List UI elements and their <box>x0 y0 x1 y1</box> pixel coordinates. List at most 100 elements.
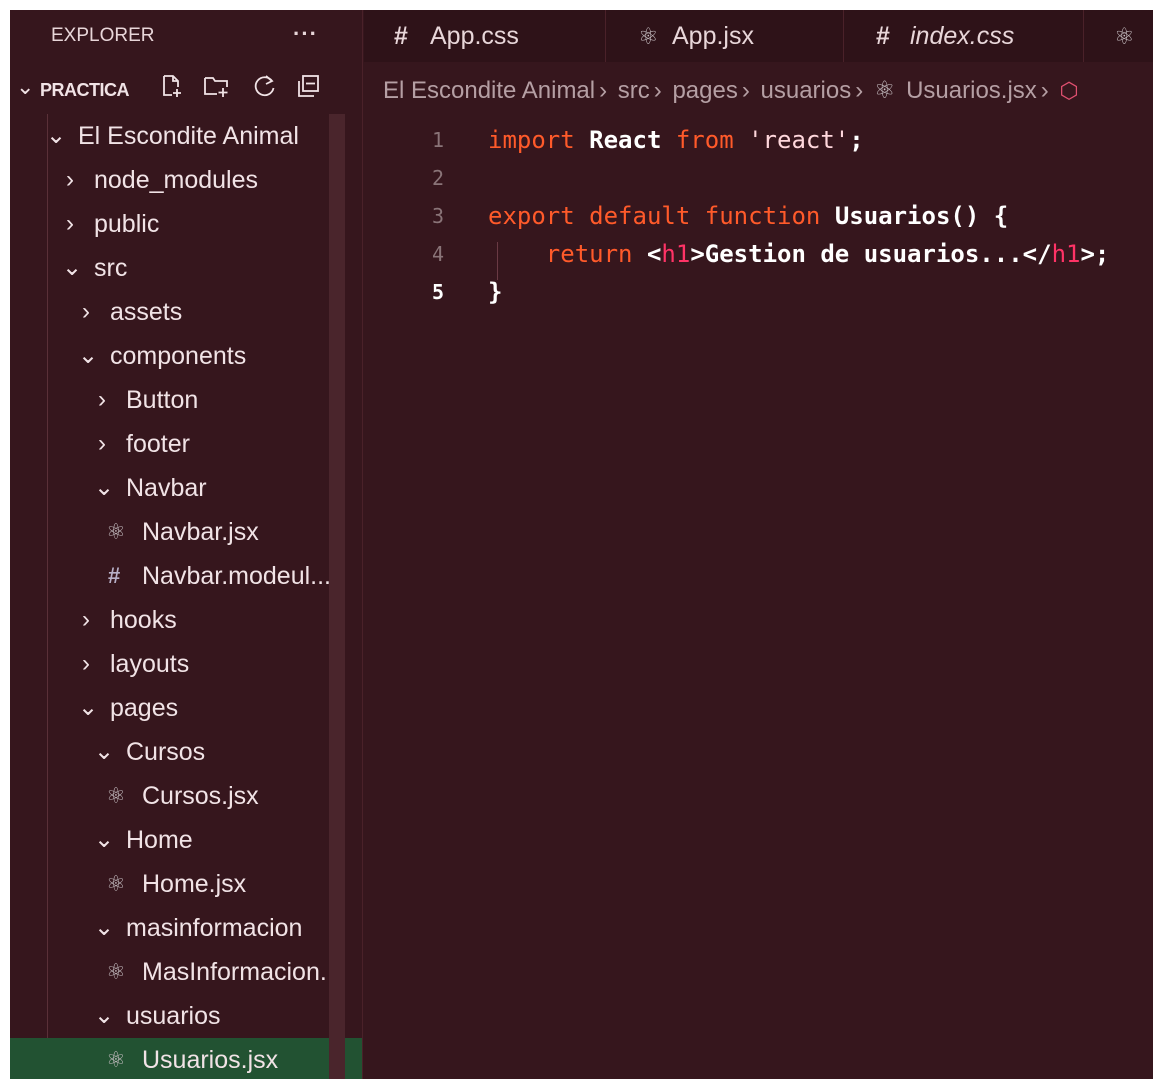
code-line-4[interactable]: return <h1>Gestion de usuarios...</h1>; <box>488 240 1110 268</box>
tab-index-css[interactable]: # index.css <box>844 10 1084 62</box>
chevron-down-icon: ⌄ <box>94 474 115 501</box>
breadcrumb-item[interactable]: src <box>618 77 650 104</box>
vscode-window: EXPLORER ··· ⌄ PRACTICA ⌄ El Escondite A… <box>10 10 1153 1079</box>
line-number-active: 5 <box>431 280 444 304</box>
tree-folder-public[interactable]: › public <box>10 202 362 246</box>
tab-app-css[interactable]: # App.css <box>364 10 606 62</box>
code-token: h1 <box>1051 240 1081 268</box>
tree-folder-pages[interactable]: ⌄ pages <box>10 686 362 730</box>
tree-folder-usuarios[interactable]: ⌄ usuarios <box>10 994 362 1038</box>
explorer-sidebar: EXPLORER ··· ⌄ PRACTICA ⌄ El Escondite A… <box>10 10 363 1079</box>
tree-item-label: components <box>110 342 247 370</box>
workspace-title: PRACTICA <box>40 80 130 100</box>
tree-folder-masinformacion[interactable]: ⌄ masinformacion <box>10 906 362 950</box>
editor-tab-bar: # App.css ⚛ App.jsx # index.css ⚛ <box>364 10 1153 62</box>
react-icon: ⚛ <box>106 871 126 896</box>
tree-folder-button[interactable]: › Button <box>10 378 362 422</box>
chevron-down-icon: ⌄ <box>94 738 115 765</box>
tree-file-usuarios-jsx[interactable]: ⚛ Usuarios.jsx <box>10 1038 362 1079</box>
react-icon: ⚛ <box>106 783 126 808</box>
tab-app-jsx[interactable]: ⚛ App.jsx <box>606 10 844 62</box>
code-token: function <box>704 202 821 230</box>
more-actions-icon[interactable]: ··· <box>293 21 318 47</box>
tree-item-label: Cursos.jsx <box>142 782 259 810</box>
tree-folder-assets[interactable]: › assets <box>10 290 362 334</box>
chevron-down-icon: ⌄ <box>78 694 99 721</box>
refresh-icon[interactable] <box>252 73 278 107</box>
tree-folder-el-escondite-animal[interactable]: ⌄ El Escondite Animal <box>10 114 362 158</box>
css-hash-icon: # <box>876 22 890 50</box>
symbol-cube-icon[interactable]: ⬡ <box>1059 78 1078 103</box>
react-icon: ⚛ <box>106 959 126 984</box>
breadcrumb-item[interactable]: usuarios <box>761 77 852 104</box>
breadcrumb-item[interactable]: El Escondite Animal <box>383 77 595 104</box>
tree-item-label: Navbar <box>126 474 207 502</box>
code-token: >; <box>1080 240 1110 268</box>
css-hash-icon: # <box>108 563 121 588</box>
breadcrumb-item[interactable]: Usuarios.jsx <box>906 77 1037 104</box>
tree-item-label: Home <box>126 826 193 854</box>
code-token: () { <box>950 202 1009 230</box>
breadcrumb-separator-icon: › <box>653 77 662 104</box>
chevron-down-icon: ⌄ <box>16 74 35 99</box>
workspace-section-header[interactable]: ⌄ PRACTICA <box>10 72 362 110</box>
chevron-down-icon: ⌄ <box>94 1002 115 1029</box>
line-number: 2 <box>431 166 444 190</box>
tree-item-label: node_modules <box>94 166 259 194</box>
tab-overflow[interactable]: ⚛ <box>1084 10 1153 62</box>
code-token: < <box>646 240 662 268</box>
tree-folder-layouts[interactable]: › layouts <box>10 642 362 686</box>
tree-item-label: hooks <box>110 606 177 634</box>
tree-folder-footer[interactable]: › footer <box>10 422 362 466</box>
code-token: 'react' <box>748 126 850 154</box>
code-token: Gestion de usuarios... <box>704 240 1023 268</box>
tree-folder-components[interactable]: ⌄ components <box>10 334 362 378</box>
tree-item-label: assets <box>110 298 183 326</box>
tab-label: index.css <box>910 22 1015 50</box>
tree-folder-home[interactable]: ⌄ Home <box>10 818 362 862</box>
tree-folder-node-modules[interactable]: › node_modules <box>10 158 362 202</box>
tree-item-label: src <box>94 254 128 282</box>
sidebar-scrollbar[interactable] <box>329 114 345 1079</box>
breadcrumb-separator-icon: › <box>1040 77 1049 104</box>
collapse-all-icon[interactable] <box>296 73 322 107</box>
react-icon: ⚛ <box>106 519 126 544</box>
code-line-5[interactable]: } <box>488 278 502 306</box>
css-hash-icon: # <box>394 22 408 50</box>
tree-item-label: Navbar.modeul... <box>142 562 331 590</box>
tree-folder-src[interactable]: ⌄ src <box>10 246 362 290</box>
chevron-right-icon: › <box>66 166 74 193</box>
tree-item-label: Cursos <box>126 738 206 766</box>
tree-file-navbar-jsx[interactable]: ⚛ Navbar.jsx <box>10 510 362 554</box>
react-icon: ⚛ <box>106 1047 126 1072</box>
breadcrumb-separator-icon: › <box>855 77 864 104</box>
code-editor[interactable]: 1 2 3 4 5 import React from 'react'; exp… <box>364 114 1153 1079</box>
tree-item-label: Button <box>126 386 199 414</box>
line-number: 4 <box>431 242 444 266</box>
react-icon: ⚛ <box>638 23 659 49</box>
tab-label: App.css <box>430 22 519 50</box>
tree-item-label: footer <box>126 430 190 458</box>
chevron-right-icon: › <box>66 210 74 237</box>
tree-item-label: MasInformacion... <box>142 958 341 986</box>
tree-file-home-jsx[interactable]: ⚛ Home.jsx <box>10 862 362 906</box>
tree-folder-hooks[interactable]: › hooks <box>10 598 362 642</box>
code-line-3[interactable]: export default function Usuarios() { <box>488 202 1008 230</box>
code-token: from <box>675 126 734 154</box>
new-folder-icon[interactable] <box>202 73 230 107</box>
tree-file-navbar-css[interactable]: # Navbar.modeul... <box>10 554 362 598</box>
code-line-1[interactable]: import React from 'react'; <box>488 126 864 154</box>
tree-file-masinformacion-jsx[interactable]: ⚛ MasInformacion... <box>10 950 362 994</box>
breadcrumb-item[interactable]: pages <box>672 77 737 104</box>
chevron-down-icon: ⌄ <box>94 826 115 853</box>
chevron-right-icon: › <box>82 606 90 633</box>
tree-file-cursos-jsx[interactable]: ⚛ Cursos.jsx <box>10 774 362 818</box>
explorer-header: EXPLORER ··· <box>10 10 362 60</box>
tree-item-label: pages <box>110 694 179 722</box>
tree-folder-navbar[interactable]: ⌄ Navbar <box>10 466 362 510</box>
explorer-title: EXPLORER <box>51 25 155 46</box>
chevron-down-icon: ⌄ <box>94 914 115 941</box>
tree-folder-cursos[interactable]: ⌄ Cursos <box>10 730 362 774</box>
breadcrumb: El Escondite Animal › src › pages › usuario… <box>383 76 1153 108</box>
new-file-icon[interactable] <box>160 73 184 107</box>
